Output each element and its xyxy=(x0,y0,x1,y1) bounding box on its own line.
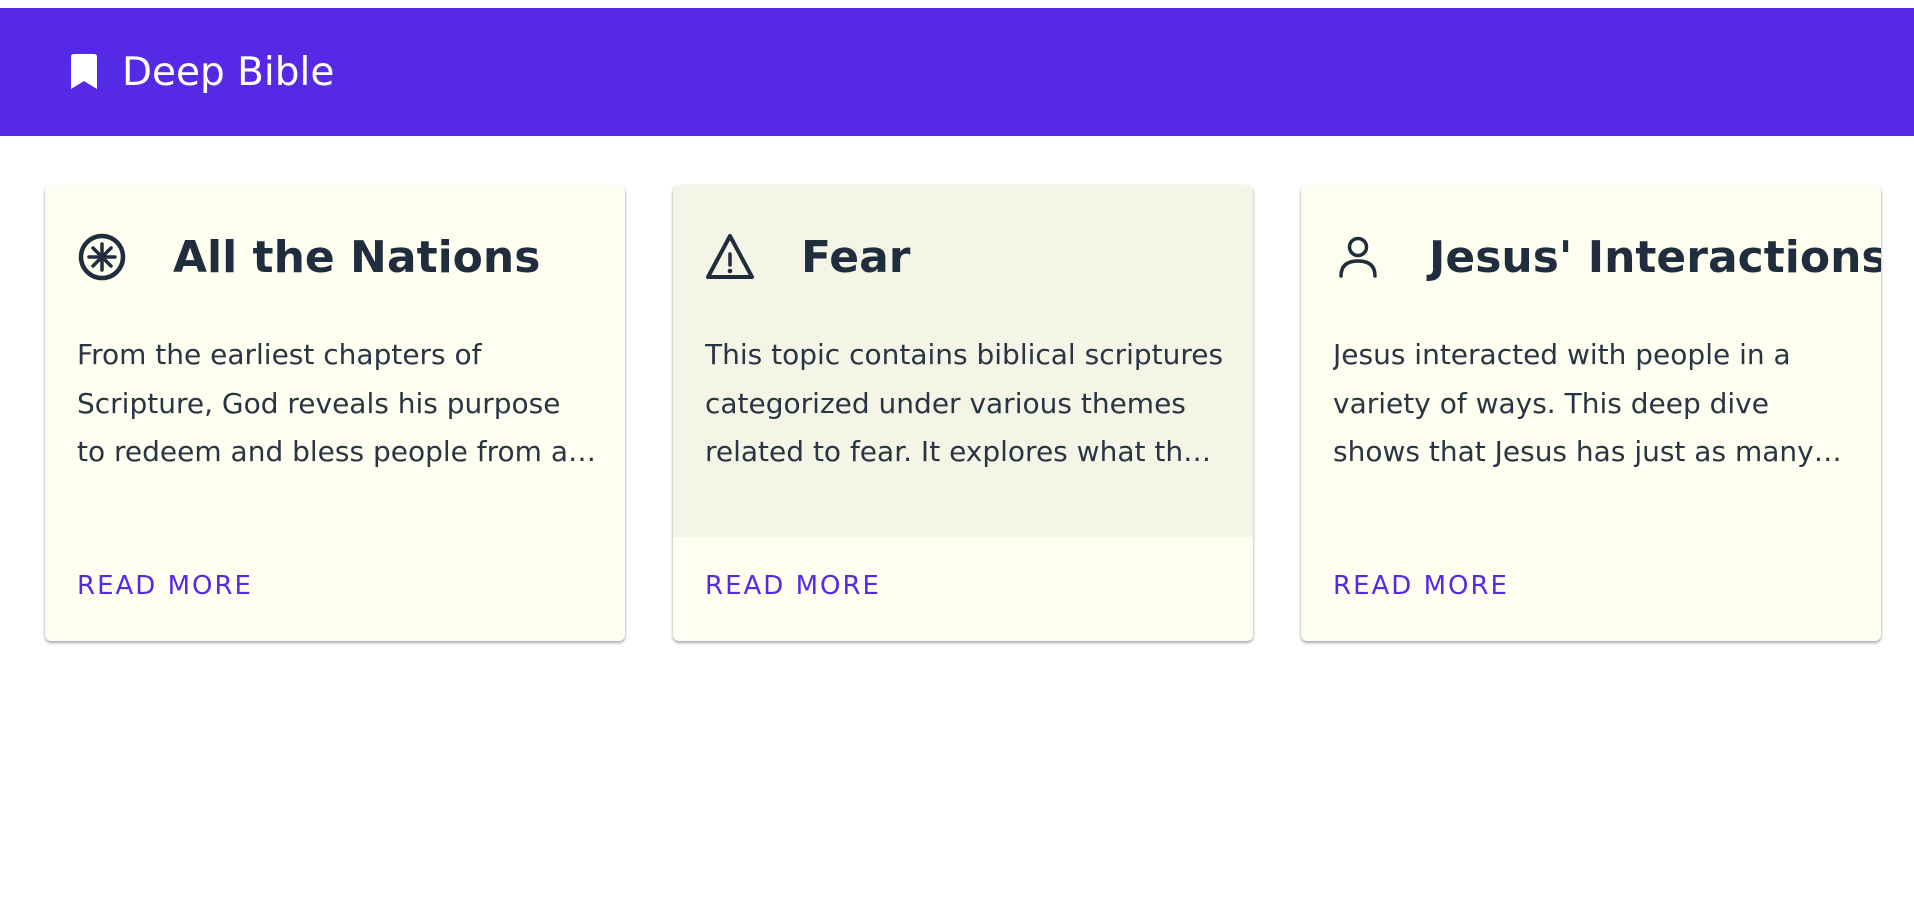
topic-card-jesus-interactions[interactable]: Jesus' Interactions Jesus interacted wit… xyxy=(1301,185,1881,641)
card-action-area[interactable]: All the Nations From the earliest chapte… xyxy=(45,185,625,537)
app-header: Deep Bible xyxy=(0,8,1914,136)
topic-card-list: All the Nations From the earliest chapte… xyxy=(45,185,1881,641)
card-action-area[interactable]: Fear This topic contains biblical script… xyxy=(673,185,1253,537)
card-header: Jesus' Interactions xyxy=(1333,225,1881,289)
warning-triangle-icon xyxy=(705,232,755,282)
card-action-area[interactable]: Jesus' Interactions Jesus interacted wit… xyxy=(1301,185,1881,537)
app-title[interactable]: Deep Bible xyxy=(122,50,334,95)
topic-card-fear[interactable]: Fear This topic contains biblical script… xyxy=(673,185,1253,641)
card-title: All the Nations xyxy=(173,231,541,283)
card-description: From the earliest chapters of Scripture,… xyxy=(77,338,584,468)
dharma-wheel-icon xyxy=(77,232,127,282)
card-description: This topic contains biblical scriptures … xyxy=(705,338,1224,468)
card-header: Fear xyxy=(705,225,911,289)
card-title: Fear xyxy=(801,231,911,283)
read-more-button[interactable]: READ MORE xyxy=(1333,571,1509,601)
card-title: Jesus' Interactions xyxy=(1429,231,1881,283)
topic-card-all-the-nations[interactable]: All the Nations From the earliest chapte… xyxy=(45,185,625,641)
read-more-button[interactable]: READ MORE xyxy=(77,571,253,601)
card-description: Jesus interacted with people in a variet… xyxy=(1333,338,1814,468)
read-more-button[interactable]: READ MORE xyxy=(705,571,881,601)
person-icon xyxy=(1333,232,1383,282)
bookmark-icon xyxy=(68,54,100,90)
card-header: All the Nations xyxy=(77,225,540,289)
